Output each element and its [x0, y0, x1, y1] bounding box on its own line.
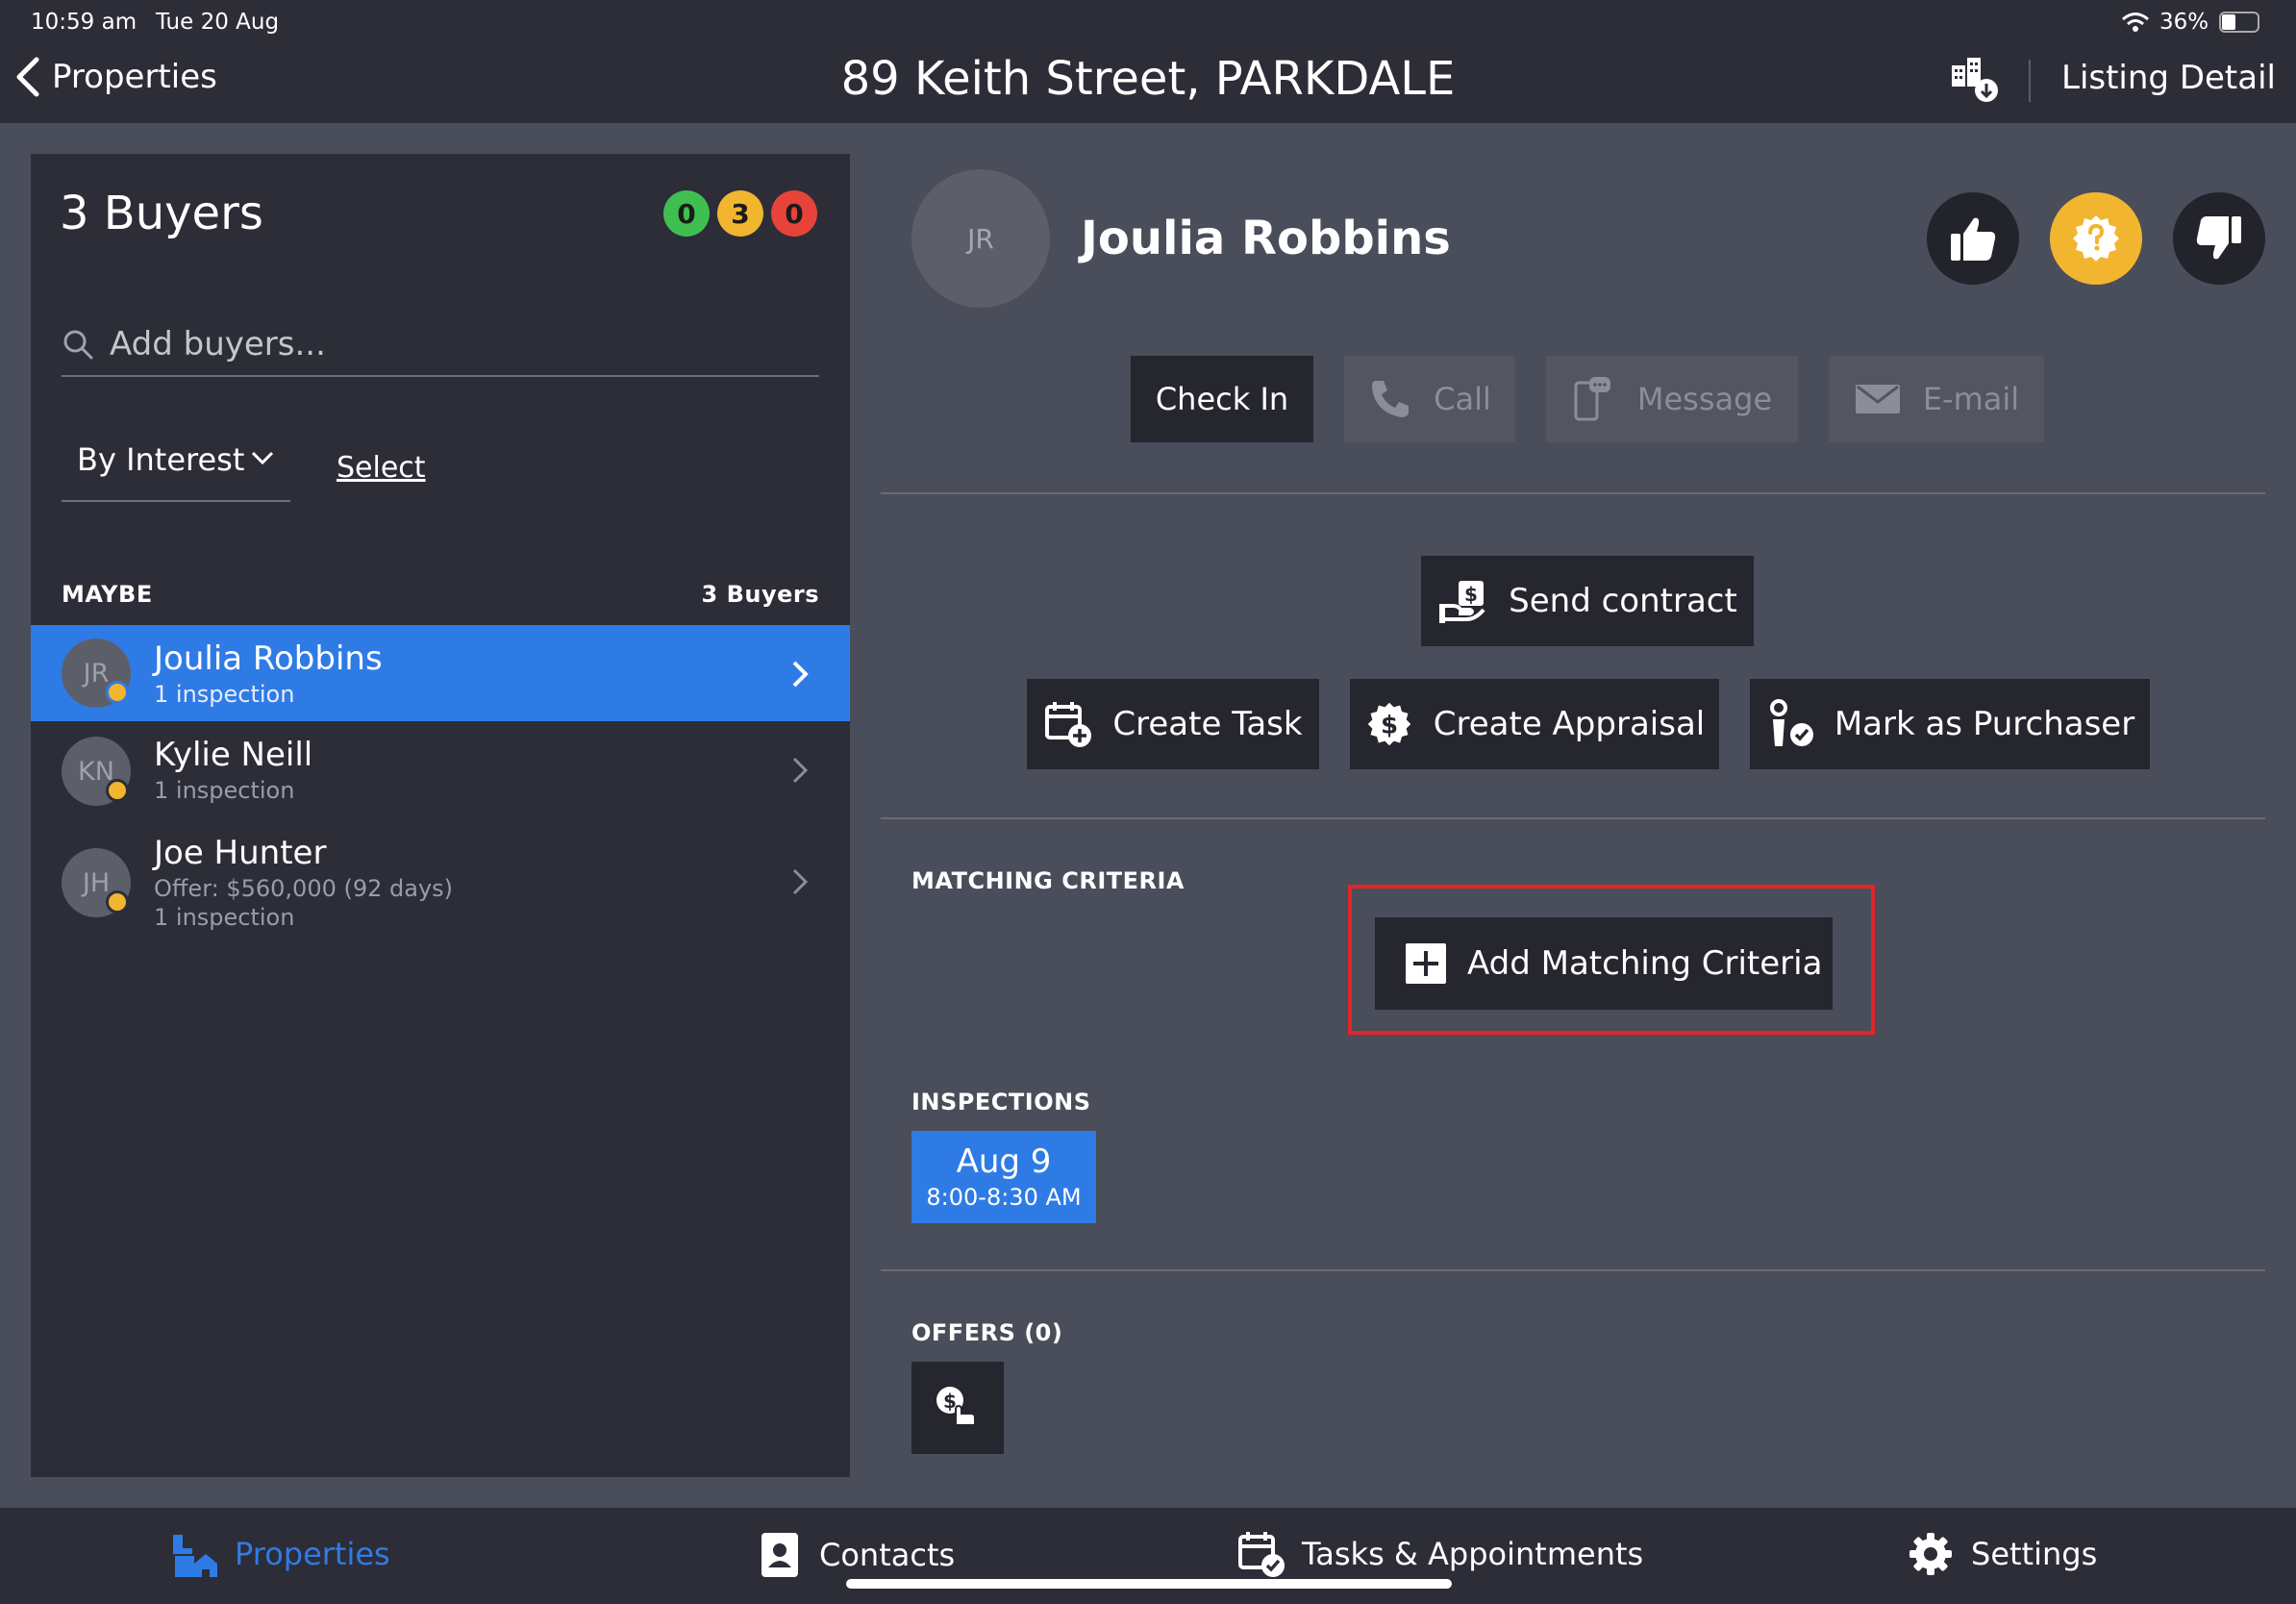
- maybe-button[interactable]: [2050, 192, 2142, 285]
- gear-icon: [1909, 1533, 1952, 1575]
- send-contract-button[interactable]: $ Send contract: [1421, 556, 1754, 646]
- home-indicator: [846, 1579, 1452, 1589]
- buyer-detail: 1 inspection: [154, 777, 295, 804]
- thumbs-up-icon: [1951, 217, 1996, 261]
- mark-as-purchaser-label: Mark as Purchaser: [1834, 705, 2135, 743]
- offers-heading: OFFERS (0): [911, 1319, 1063, 1346]
- contacts-icon: [761, 1533, 798, 1577]
- tab-properties-label: Properties: [235, 1536, 390, 1572]
- chevron-right-icon: [792, 757, 809, 784]
- status-bar: [0, 0, 2296, 46]
- tab-tasks-label: Tasks & Appointments: [1302, 1536, 1644, 1572]
- mark-as-purchaser-button[interactable]: Mark as Purchaser: [1750, 679, 2150, 769]
- add-matching-criteria-label: Add Matching Criteria: [1467, 944, 1823, 983]
- svg-text:$: $: [1381, 711, 1398, 739]
- buyer-name: Joe Hunter: [154, 834, 327, 872]
- battery-percent: 36%: [2159, 10, 2209, 35]
- call-label: Call: [1434, 381, 1491, 417]
- header-divider: [2029, 60, 2031, 102]
- maybe-status-dot: [106, 890, 129, 914]
- inspections-heading: INSPECTIONS: [911, 1089, 1091, 1115]
- offer-hand-icon: $: [936, 1387, 976, 1426]
- add-matching-criteria-button[interactable]: Add Matching Criteria: [1375, 917, 1833, 1010]
- message-label: Message: [1636, 381, 1773, 417]
- buyer-name: Kylie Neill: [154, 736, 313, 774]
- plus-square-icon: [1406, 943, 1446, 984]
- divider: [881, 817, 2265, 819]
- check-in-label: Check In: [1155, 381, 1289, 417]
- properties-icon: [173, 1535, 217, 1577]
- buyer-detail: 1 inspection: [154, 681, 295, 708]
- select-link[interactable]: Select: [337, 454, 426, 483]
- group-count: 3 Buyers: [701, 581, 819, 608]
- building-download-icon[interactable]: [1948, 56, 2000, 104]
- maybe-status-dot: [106, 681, 129, 704]
- add-buyers-search[interactable]: Add buyers...: [62, 313, 819, 377]
- buyer-detail: 1 inspection: [154, 904, 295, 931]
- svg-text:$: $: [1464, 583, 1478, 606]
- phone-icon: [1372, 381, 1410, 417]
- not-interested-count-badge: 0: [771, 190, 817, 237]
- buyer-offer: Offer: $560,000 (92 days): [154, 875, 454, 902]
- inspection-date: Aug 9: [956, 1142, 1052, 1181]
- not-interested-button[interactable]: [2173, 192, 2265, 285]
- dollar-badge-icon: $: [1367, 702, 1411, 746]
- tab-properties[interactable]: Properties: [169, 1529, 390, 1579]
- buyer-name: Joulia Robbins: [154, 639, 383, 678]
- listing-detail-button[interactable]: Listing Detail: [2061, 62, 2276, 94]
- search-input[interactable]: Add buyers...: [110, 328, 326, 361]
- calendar-add-icon: [1045, 702, 1092, 747]
- tab-contacts-label: Contacts: [819, 1537, 956, 1573]
- buyer-row-kylie-neill[interactable]: KN Kylie Neill 1 inspection: [31, 723, 850, 819]
- status-date: Tue 20 Aug: [156, 10, 280, 35]
- email-button[interactable]: E-mail: [1829, 356, 2044, 442]
- inspection-card[interactable]: Aug 9 8:00-8:30 AM: [911, 1131, 1096, 1223]
- chevron-right-icon: [792, 868, 809, 895]
- buyer-row-joulia-robbins[interactable]: JR Joulia Robbins 1 inspection: [31, 625, 850, 721]
- thumbs-down-icon: [2196, 216, 2241, 260]
- create-task-button[interactable]: Create Task: [1027, 679, 1319, 769]
- contact-avatar: JR: [911, 169, 1050, 308]
- message-button[interactable]: Message: [1546, 356, 1798, 442]
- divider: [881, 1269, 2265, 1271]
- send-contract-icon: $: [1439, 581, 1485, 623]
- create-task-label: Create Task: [1112, 705, 1303, 743]
- search-icon: [63, 330, 93, 360]
- chevron-down-icon: [252, 451, 274, 465]
- status-time: 10:59 am: [31, 10, 137, 35]
- buyers-count-title: 3 Buyers: [60, 187, 263, 240]
- email-label: E-mail: [1922, 381, 2020, 417]
- interested-button[interactable]: [1927, 192, 2019, 285]
- send-contract-label: Send contract: [1509, 582, 1737, 620]
- tab-settings[interactable]: Settings: [1908, 1531, 2097, 1577]
- svg-text:$: $: [943, 1390, 957, 1413]
- interest-badges: 0 3 0: [663, 190, 817, 237]
- create-appraisal-button[interactable]: $ Create Appraisal: [1350, 679, 1719, 769]
- contact-name: Joulia Robbins: [1081, 212, 1451, 265]
- maybe-count-badge: 3: [717, 190, 763, 237]
- create-appraisal-label: Create Appraisal: [1433, 705, 1706, 743]
- sort-label: By Interest: [77, 441, 245, 478]
- check-in-button[interactable]: Check In: [1131, 356, 1313, 442]
- calendar-check-icon: [1238, 1532, 1285, 1577]
- maybe-status-dot: [106, 779, 129, 802]
- tab-contacts[interactable]: Contacts: [760, 1531, 955, 1579]
- sort-dropdown[interactable]: By Interest: [62, 444, 290, 502]
- battery-icon: [2219, 12, 2259, 33]
- call-button[interactable]: Call: [1344, 356, 1515, 442]
- divider: [881, 492, 2265, 494]
- tab-settings-label: Settings: [1971, 1536, 2098, 1572]
- chevron-right-icon: [792, 661, 809, 688]
- tab-tasks-appointments[interactable]: Tasks & Appointments: [1236, 1529, 1643, 1579]
- question-badge-icon: [2073, 215, 2119, 262]
- add-offer-button[interactable]: $: [911, 1362, 1004, 1454]
- person-check-icon: [1769, 699, 1813, 746]
- envelope-icon: [1855, 385, 1900, 414]
- buyer-row-joe-hunter[interactable]: JH Joe Hunter Offer: $560,000 (92 days) …: [31, 829, 850, 944]
- wifi-icon: [2122, 13, 2149, 32]
- interested-count-badge: 0: [663, 190, 710, 237]
- inspection-time: 8:00-8:30 AM: [926, 1184, 1082, 1211]
- matching-criteria-heading: MATCHING CRITERIA: [911, 867, 1185, 894]
- message-icon: [1574, 377, 1610, 421]
